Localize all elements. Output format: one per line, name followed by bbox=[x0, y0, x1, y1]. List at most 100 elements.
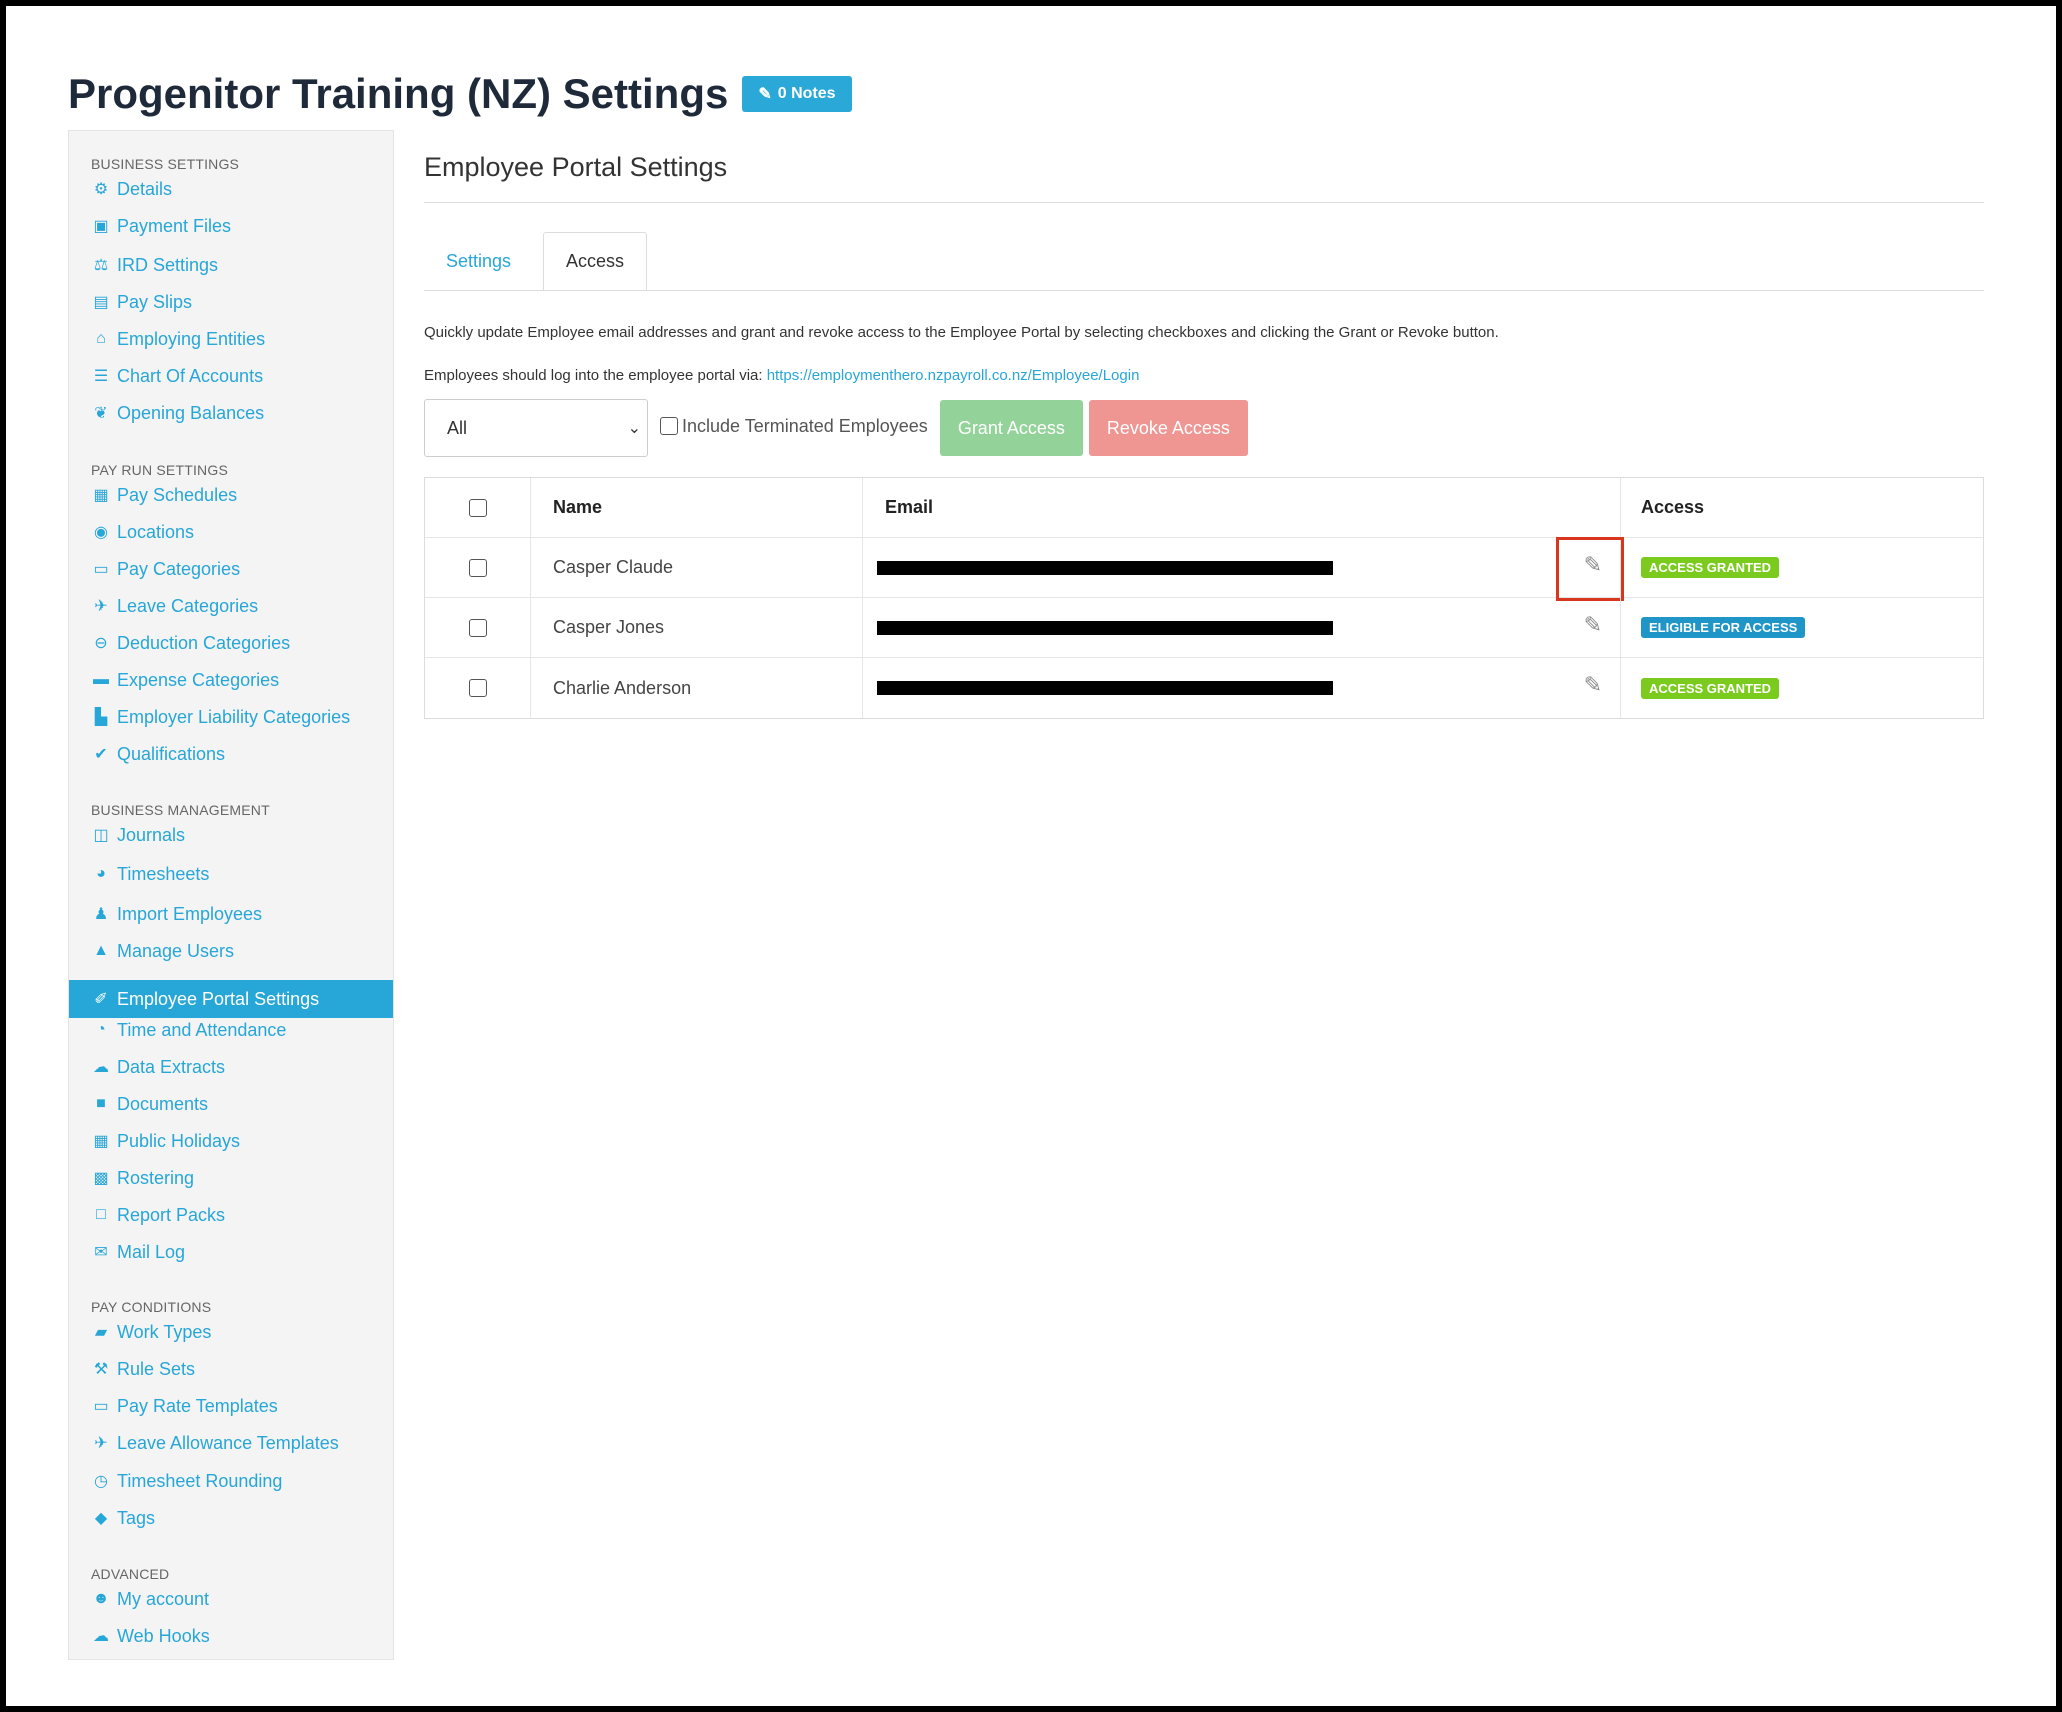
sidebar-item-report-packs[interactable]: □ Report Packs bbox=[69, 1197, 393, 1233]
select-all-checkbox[interactable] bbox=[468, 498, 487, 517]
description-text: Quickly update Employee email addresses … bbox=[424, 324, 1499, 341]
sidebar-item-public-holidays[interactable]: ▦ Public Holidays bbox=[69, 1123, 393, 1159]
list-icon: ☰ bbox=[93, 368, 109, 385]
sidebar-item-label: Rostering bbox=[117, 1167, 195, 1188]
sidebar-item-label: Pay Rate Templates bbox=[117, 1395, 278, 1416]
sidebar-item-employing-entities[interactable]: ⌂ Employing Entities bbox=[69, 321, 393, 357]
sidebar-item-work-types[interactable]: ▰ Work Types bbox=[69, 1314, 393, 1350]
sidebar-item-rule-sets[interactable]: ⚒ Rule Sets bbox=[69, 1351, 393, 1387]
section-heading-pay-conditions: PAY CONDITIONS bbox=[91, 1299, 212, 1315]
sidebar-item-label: Pay Schedules bbox=[117, 484, 238, 505]
employees-table: Name Email Access Casper Claude ✎ ACCESS… bbox=[424, 477, 1984, 719]
sidebar-item-deduction-categories[interactable]: ⊖ Deduction Categories bbox=[69, 625, 393, 661]
employee-filter-select[interactable]: All ⌄ bbox=[424, 399, 648, 457]
notes-button[interactable]: ✎ 0 Notes bbox=[742, 76, 852, 112]
sidebar-item-pay-categories[interactable]: ▭ Pay Categories bbox=[69, 551, 393, 587]
access-cell: ELIGIBLE FOR ACCESS bbox=[1621, 598, 1983, 657]
leaf-icon: ❦ bbox=[94, 405, 108, 422]
sidebar-item-label: Public Holidays bbox=[117, 1130, 241, 1151]
tab-settings[interactable]: Settings bbox=[424, 232, 533, 291]
sidebar-item-leave-allowance-templates[interactable]: ✈ Leave Allowance Templates bbox=[69, 1425, 393, 1461]
section-heading-business-settings: BUSINESS SETTINGS bbox=[91, 156, 240, 172]
sidebar-item-tags[interactable]: ◆ Tags bbox=[69, 1500, 393, 1536]
sidebar-item-label: Manage Users bbox=[117, 940, 235, 961]
chart-icon: ▙ bbox=[94, 709, 108, 726]
sidebar-item-label: Time and Attendance bbox=[117, 1019, 287, 1040]
pencil-icon[interactable]: ✎ bbox=[1584, 672, 1602, 698]
sidebar-item-label: Payment Files bbox=[117, 215, 232, 236]
access-cell: ACCESS GRANTED bbox=[1621, 658, 1983, 718]
sidebar-item-time-and-attendance[interactable]: ◔ Time and Attendance bbox=[69, 1012, 393, 1048]
sidebar-item-details[interactable]: ⚙ Details bbox=[69, 171, 393, 207]
section-title: Employee Portal Settings bbox=[424, 152, 728, 182]
sidebar-item-rostering[interactable]: ▩ Rostering bbox=[69, 1160, 393, 1196]
sidebar-item-import-employees[interactable]: ♟ Import Employees bbox=[69, 896, 393, 932]
include-terminated: Include Terminated Employees bbox=[660, 416, 928, 437]
revoke-access-button[interactable]: Revoke Access bbox=[1088, 400, 1248, 456]
grant-access-button[interactable]: Grant Access bbox=[939, 400, 1083, 456]
sidebar-item-label: Employee Portal Settings bbox=[117, 988, 320, 1009]
people-icon: ♟ bbox=[93, 906, 109, 923]
status-badge: ACCESS GRANTED bbox=[1641, 557, 1780, 578]
sidebar-item-my-account[interactable]: ☻ My account bbox=[69, 1581, 393, 1617]
sidebar-item-payment-files[interactable]: ▣ Payment Files bbox=[69, 208, 393, 244]
tab-access[interactable]: Access bbox=[543, 232, 648, 291]
row-checkbox-cell bbox=[425, 538, 531, 597]
sidebar-item-label: Leave Categories bbox=[117, 595, 259, 616]
sidebar-item-timesheets[interactable]: ◕ Timesheets bbox=[69, 856, 393, 892]
sidebar-item-timesheet-rounding[interactable]: ◷ Timesheet Rounding bbox=[69, 1463, 393, 1499]
sidebar-item-expense-categories[interactable]: ▬ Expense Categories bbox=[69, 662, 393, 698]
row-checkbox[interactable] bbox=[468, 618, 487, 637]
row-checkbox[interactable] bbox=[468, 558, 487, 577]
notes-label: 0 Notes bbox=[777, 85, 836, 102]
sidebar-item-pay-schedules[interactable]: ▦ Pay Schedules bbox=[69, 477, 393, 513]
sidebar-item-chart-of-accounts[interactable]: ☰ Chart Of Accounts bbox=[69, 358, 393, 394]
page-title: Progenitor Training (NZ) Settings ✎ 0 No… bbox=[68, 70, 852, 118]
sidebar-item-qualifications[interactable]: ✔ Qualifications bbox=[69, 736, 393, 772]
tabs-divider bbox=[424, 290, 1984, 291]
sidebar-item-label: Timesheet Rounding bbox=[117, 1470, 283, 1491]
book-icon: ▰ bbox=[94, 1324, 108, 1341]
sidebar-item-employer-liability-categories[interactable]: ▙ Employer Liability Categories bbox=[69, 699, 393, 735]
header-access: Access bbox=[1641, 497, 1705, 517]
sidebar-item-label: Mail Log bbox=[117, 1241, 186, 1262]
redacted-email bbox=[877, 560, 1333, 575]
table-row: Charlie Anderson ✎ ACCESS GRANTED bbox=[425, 658, 1983, 718]
sidebar-item-label: Locations bbox=[117, 521, 195, 542]
cloud-download-icon: ☁ bbox=[93, 1059, 109, 1076]
edit-icon: ✎ bbox=[758, 86, 772, 103]
sidebar-item-mail-log[interactable]: ✉ Mail Log bbox=[69, 1234, 393, 1270]
sidebar-item-web-hooks[interactable]: ☁ Web Hooks bbox=[69, 1618, 393, 1654]
sidebar-item-label: Employing Entities bbox=[117, 328, 266, 349]
sidebar-item-leave-categories[interactable]: ✈ Leave Categories bbox=[69, 588, 393, 624]
access-cell: ACCESS GRANTED bbox=[1621, 538, 1983, 597]
pie-icon: ◕ bbox=[96, 865, 106, 882]
section-heading-business-management: BUSINESS MANAGEMENT bbox=[91, 802, 270, 818]
login-prefix: Employees should log into the employee p… bbox=[424, 367, 763, 384]
sidebar-item-opening-balances[interactable]: ❦ Opening Balances bbox=[69, 395, 393, 431]
archive-icon: ▬ bbox=[93, 671, 109, 688]
sidebar-item-label: Opening Balances bbox=[117, 402, 265, 423]
divider bbox=[424, 202, 1984, 203]
sidebar-item-label: Work Types bbox=[117, 1321, 212, 1342]
pencil-icon[interactable]: ✎ bbox=[1584, 612, 1602, 638]
row-checkbox[interactable] bbox=[468, 679, 487, 697]
sidebar-item-pay-slips[interactable]: ▤ Pay Slips bbox=[69, 284, 393, 320]
sidebar-item-manage-users[interactable]: ▲ Manage Users bbox=[69, 933, 393, 969]
sidebar-item-locations[interactable]: ◉ Locations bbox=[69, 514, 393, 550]
sidebar-item-documents[interactable]: ■ Documents bbox=[69, 1086, 393, 1122]
sidebar-item-label: Details bbox=[117, 178, 173, 199]
tag-icon: ◆ bbox=[94, 1510, 108, 1527]
sidebar-item-label: Qualifications bbox=[117, 743, 226, 764]
sidebar-item-data-extracts[interactable]: ☁ Data Extracts bbox=[69, 1049, 393, 1085]
sidebar-item-pay-rate-templates[interactable]: ▭ Pay Rate Templates bbox=[69, 1388, 393, 1424]
login-url-link[interactable]: https://employmenthero.nzpayroll.co.nz/E… bbox=[767, 367, 1140, 384]
filter-value: All bbox=[447, 417, 468, 438]
sidebar-item-journals[interactable]: ◫ Journals bbox=[69, 817, 393, 853]
plane-icon: ✈ bbox=[94, 598, 108, 615]
calendar-icon: ▦ bbox=[93, 487, 109, 504]
sidebar-item-ird-settings[interactable]: ⚖ IRD Settings bbox=[69, 247, 393, 283]
sidebar-item-label: Tags bbox=[117, 1507, 156, 1528]
include-terminated-checkbox[interactable] bbox=[660, 417, 678, 435]
sidebar-item-label: Pay Slips bbox=[117, 291, 193, 312]
